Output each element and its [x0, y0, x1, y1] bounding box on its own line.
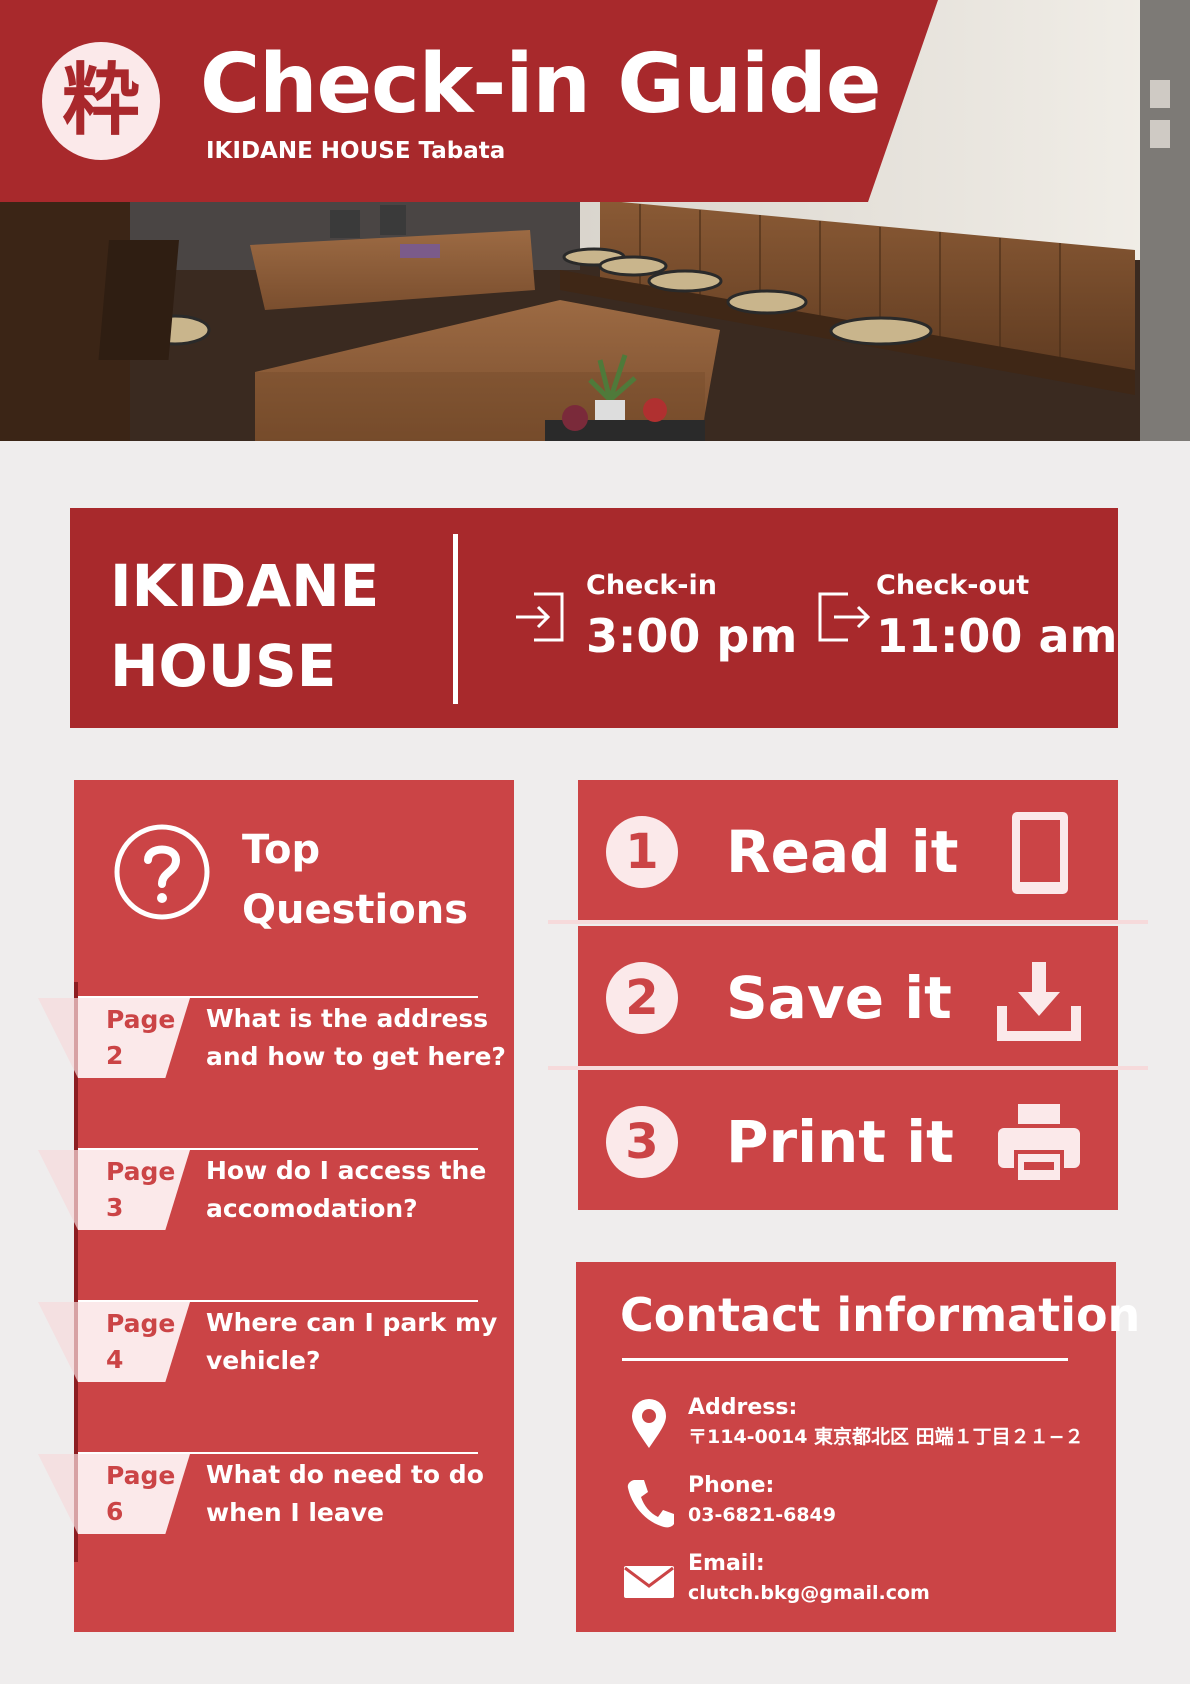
divider [453, 534, 458, 704]
contact-email: Email: clutch.bkg@gmail.com [624, 1550, 1094, 1614]
step-label: Read it [726, 818, 959, 886]
download-icon [997, 962, 1081, 1041]
check-out-time: 11:00 am [876, 609, 1118, 663]
contact-title: Contact information [620, 1288, 1141, 1342]
question-line2: vehicle? [206, 1346, 321, 1375]
check-out-label: Check-out [876, 570, 1030, 601]
address-value: 〒114-0014 東京都北区 田端１丁目２１−２ [688, 1426, 1084, 1448]
page-subtitle: IKIDANE HOUSE Tabata [206, 138, 506, 164]
page-tag: Page 3 [78, 1150, 190, 1230]
faq-rule [78, 1452, 478, 1454]
faq-rule [78, 1148, 478, 1150]
decorative-shape [38, 998, 78, 1078]
logo-mark: 粋 [61, 56, 140, 146]
email-value[interactable]: clutch.bkg@gmail.com [688, 1580, 930, 1606]
page-tag: Page 4 [78, 1302, 190, 1382]
step-label: Save it [726, 964, 952, 1032]
question-line2: accomodation? [206, 1194, 418, 1223]
page-number: 4 [106, 1345, 124, 1374]
question-line2: when I leave [206, 1498, 385, 1527]
map-pin-icon [632, 1399, 666, 1448]
question-line1: What is the address [206, 1004, 489, 1033]
page-number: 6 [106, 1497, 124, 1526]
decorative-shape [38, 1454, 78, 1534]
question-text: What is the address and how to get here? [206, 1000, 506, 1076]
step-number: 3 [606, 1106, 678, 1178]
address-label: Address: [688, 1395, 798, 1420]
contact-panel: Contact information Address: 〒114-0014 東… [576, 1262, 1140, 1632]
check-in-block: Check-in 3:00 pm [586, 570, 797, 663]
page-word: Page [106, 1005, 176, 1034]
phone-label: Phone: [688, 1473, 775, 1498]
faq-item[interactable]: Page 4 Where can I park my vehicle? [78, 1300, 497, 1382]
check-in-label: Check-in [586, 570, 717, 601]
question-line2: and how to get here? [206, 1042, 506, 1071]
contact-rule [622, 1358, 1068, 1361]
question-text: What do need to do when I leave [206, 1456, 506, 1532]
tablet-icon [1012, 812, 1068, 894]
step-number: 1 [606, 816, 678, 888]
step-save[interactable]: 2 Save it [578, 926, 1118, 1066]
faq-rule [78, 996, 478, 998]
decorative-shape [38, 1302, 78, 1382]
mail-icon [624, 1566, 674, 1598]
step-read[interactable]: 1 Read it [578, 780, 1118, 920]
printer-icon [998, 1104, 1080, 1184]
check-out-icon [818, 592, 871, 642]
step-print[interactable]: 3 Print it [578, 1070, 1118, 1210]
page-number: 2 [106, 1041, 124, 1070]
page-title: Check-in Guide [200, 37, 881, 132]
page-word: Page [106, 1157, 176, 1186]
contact-phone: Phone: 03-6821-6849 [624, 1472, 1094, 1536]
decorative-shape [38, 1150, 78, 1230]
questions-title-line1: Top [242, 827, 321, 873]
page-word: Page [106, 1309, 176, 1338]
step-label: Print it [726, 1108, 954, 1176]
question-line1: What do need to do [206, 1460, 484, 1489]
faq-rule [78, 1300, 478, 1302]
question-text: How do I access the accomodation? [206, 1152, 506, 1228]
questions-title: Top Questions [242, 820, 492, 940]
step-number: 2 [606, 962, 678, 1034]
stay-info-bar: IKIDANE HOUSE Check-in 3:00 pm Check-out… [70, 508, 1118, 728]
top-questions-panel: Top Questions Page 2 What is the address… [38, 780, 514, 1632]
questions-title-line2: Questions [242, 887, 469, 933]
check-out-block: Check-out 11:00 am [876, 570, 1117, 663]
hero-photo: 粋 Check-in Guide IKIDANE HOUSE Tabata [0, 0, 1190, 441]
house-name-line2: HOUSE [110, 632, 337, 700]
faq-item[interactable]: Page 6 What do need to do when I leave [78, 1452, 484, 1534]
page-word: Page [106, 1461, 176, 1490]
page-number: 3 [106, 1193, 124, 1222]
logo: 粋 [42, 42, 160, 160]
check-in-time: 3:00 pm [586, 609, 798, 663]
house-name-line1: IKIDANE [110, 552, 380, 620]
contact-address: Address: 〒114-0014 東京都北区 田端１丁目２１−２ [624, 1394, 1094, 1458]
faq-item[interactable]: Page 2 What is the address and how to ge… [78, 996, 506, 1078]
page-tag: Page 6 [78, 1454, 190, 1534]
question-text: Where can I park my vehicle? [206, 1304, 506, 1380]
question-line1: How do I access the [206, 1156, 487, 1185]
phone-icon [627, 1480, 674, 1528]
question-line1: Where can I park my [206, 1308, 498, 1337]
page-tag: Page 2 [78, 998, 190, 1078]
faq-item[interactable]: Page 3 How do I access the accomodation? [78, 1148, 486, 1230]
divider [548, 920, 1148, 924]
question-icon [114, 824, 210, 920]
email-label: Email: [688, 1551, 765, 1576]
check-in-icon [516, 592, 564, 642]
phone-value[interactable]: 03-6821-6849 [688, 1502, 836, 1528]
house-name: IKIDANE HOUSE [110, 546, 430, 706]
